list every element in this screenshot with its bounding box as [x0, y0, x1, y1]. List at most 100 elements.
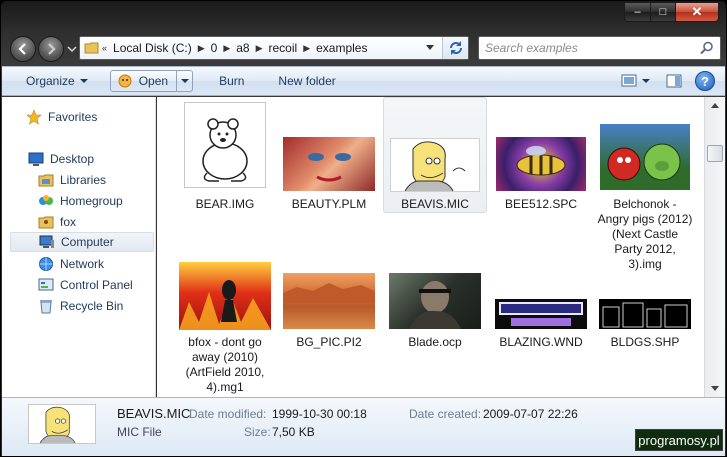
chevron-right-icon[interactable]: ▶ — [196, 43, 207, 54]
search-input[interactable]: Search examples — [478, 36, 721, 60]
image-thumbnail — [283, 273, 375, 329]
nav-label: Computer — [61, 235, 114, 249]
bee-thumbnail-icon — [516, 146, 566, 176]
desert-thumbnail-icon — [283, 283, 375, 303]
chevron-down-icon — [641, 79, 650, 83]
breadcrumb-0[interactable]: 0 — [207, 41, 222, 55]
refresh-button[interactable] — [442, 37, 468, 59]
file-tile[interactable]: BG_PIC.PI2 — [277, 261, 381, 373]
star-icon — [26, 109, 42, 125]
computer-icon — [39, 234, 55, 250]
details-file-type: MIC File — [117, 425, 162, 439]
chevron-right-icon[interactable]: ▶ — [254, 43, 265, 54]
file-name: BEAUTY.PLM — [291, 197, 367, 211]
date-created-label: Date created: — [409, 407, 482, 421]
file-tile[interactable]: bfox - dont go away (2010) (ArtField 201… — [173, 261, 277, 394]
beavis-thumbnail-icon — [404, 141, 466, 192]
organize-menu[interactable]: Organize — [18, 70, 96, 92]
face-thumbnail-icon — [308, 153, 351, 182]
open-label: Open — [138, 74, 169, 88]
command-bar: Organize Open Burn New folder ? — [2, 66, 725, 96]
image-thumbnail — [496, 137, 586, 191]
navigation-pane: Favorites Desktop Libraries Homegroup fo… — [2, 97, 156, 397]
search-placeholder: Search examples — [485, 41, 578, 55]
file-tile[interactable]: BLDGS.SHP — [593, 261, 697, 373]
date-created-value: 2009-07-07 22:26 — [483, 407, 578, 421]
image-thumbnail — [389, 273, 481, 329]
chevron-right-icon[interactable]: ▶ — [221, 43, 232, 54]
file-list: BEAR.IMG BEAUTY.PLM BEAVIS.MIC BEE512.SP… — [157, 97, 704, 397]
help-button[interactable]: ? — [695, 71, 715, 91]
file-tile[interactable]: BLAZING.WND — [489, 261, 593, 373]
nav-label: Control Panel — [60, 278, 133, 292]
file-name: BEE512.SPC — [504, 197, 578, 211]
details-thumbnail — [28, 404, 96, 444]
nav-computer[interactable]: Computer — [10, 232, 154, 252]
size-label: Size: — [244, 425, 271, 439]
file-name: BEAR.IMG — [195, 197, 255, 211]
scroll-up-button[interactable] — [705, 97, 725, 114]
chevron-down-icon — [79, 79, 88, 83]
refresh-icon — [449, 41, 462, 55]
vertical-scrollbar[interactable] — [704, 97, 725, 397]
explorer-window: – □ ✕ « Local Disk (C:) ▶ 0 ▶ a8 ▶ recoi… — [0, 0, 727, 457]
breadcrumb-recoil[interactable]: recoil — [265, 41, 302, 55]
address-history-dropdown[interactable] — [422, 37, 438, 59]
image-thumbnail — [599, 299, 691, 329]
chevron-right-icon[interactable]: ▶ — [301, 43, 312, 54]
open-with-dropdown[interactable] — [176, 71, 192, 91]
chevron-down-icon — [426, 45, 434, 50]
maximize-button[interactable]: □ — [650, 2, 675, 22]
file-tile[interactable]: Belchonok - Angry pigs (2012) (Next Cast… — [593, 101, 697, 271]
arrow-left-icon — [18, 43, 26, 55]
image-thumbnail — [179, 262, 271, 330]
search-icon[interactable] — [700, 41, 714, 55]
arrow-up-icon — [711, 103, 719, 108]
date-modified-value: 1999-10-30 00:18 — [272, 407, 367, 421]
file-tile[interactable]: BEAR.IMG — [173, 101, 277, 213]
file-tile-selected[interactable]: BEAVIS.MIC — [383, 97, 487, 213]
minimize-button[interactable]: – — [624, 2, 650, 22]
nav-label: Network — [60, 257, 105, 271]
burn-button[interactable]: Burn — [211, 70, 252, 92]
fox-thumbnail-icon — [179, 280, 271, 330]
new-folder-button[interactable]: New folder — [270, 70, 343, 92]
scrollbar-thumb[interactable] — [707, 145, 723, 162]
file-name: BLAZING.WND — [499, 335, 583, 349]
address-bar[interactable]: « Local Disk (C:) ▶ 0 ▶ a8 ▶ recoil ▶ ex… — [79, 36, 469, 60]
application-icon — [118, 74, 132, 88]
view-icon — [621, 74, 636, 87]
breadcrumb-examples[interactable]: examples — [312, 41, 371, 55]
nav-label: Recycle Bin — [60, 299, 124, 313]
forward-button[interactable] — [38, 36, 64, 62]
date-modified-label: Date modified: — [189, 407, 267, 421]
navigation-bar: « Local Disk (C:) ▶ 0 ▶ a8 ▶ recoil ▶ ex… — [1, 31, 726, 65]
control-panel-icon — [38, 277, 54, 293]
preview-pane-button[interactable] — [663, 70, 685, 92]
network-icon — [38, 256, 54, 272]
user-folder-icon — [38, 214, 54, 230]
folder-icon — [84, 42, 99, 54]
file-tile[interactable]: BEE512.SPC — [489, 101, 593, 213]
chevron-down-icon — [180, 79, 189, 83]
open-button[interactable]: Open — [109, 70, 194, 92]
angry-pigs-thumbnail-icon — [607, 143, 681, 181]
file-tile[interactable]: Blade.ocp — [383, 261, 487, 373]
breadcrumb-a8[interactable]: a8 — [232, 41, 253, 55]
scroll-down-button[interactable] — [705, 380, 725, 397]
recent-pages-chevron-icon[interactable] — [67, 44, 77, 54]
file-name: BEAVIS.MIC — [401, 197, 469, 211]
back-button[interactable] — [10, 36, 36, 62]
beavis-thumbnail-icon — [39, 406, 76, 444]
libraries-icon — [38, 172, 54, 188]
close-button[interactable]: ✕ — [675, 2, 719, 22]
breadcrumb-local-disk[interactable]: Local Disk (C:) — [109, 41, 196, 55]
change-view-button[interactable] — [617, 70, 653, 92]
overflow-chevron-icon[interactable]: « — [100, 43, 109, 53]
buildings-thumbnail-icon — [602, 302, 688, 328]
image-thumbnail — [390, 138, 480, 192]
file-name: bfox - dont go away (2010) (ArtField 201… — [185, 335, 265, 394]
file-tile[interactable]: BEAUTY.PLM — [277, 101, 381, 213]
image-thumbnail — [283, 137, 375, 191]
file-name: BLDGS.SHP — [610, 335, 680, 349]
